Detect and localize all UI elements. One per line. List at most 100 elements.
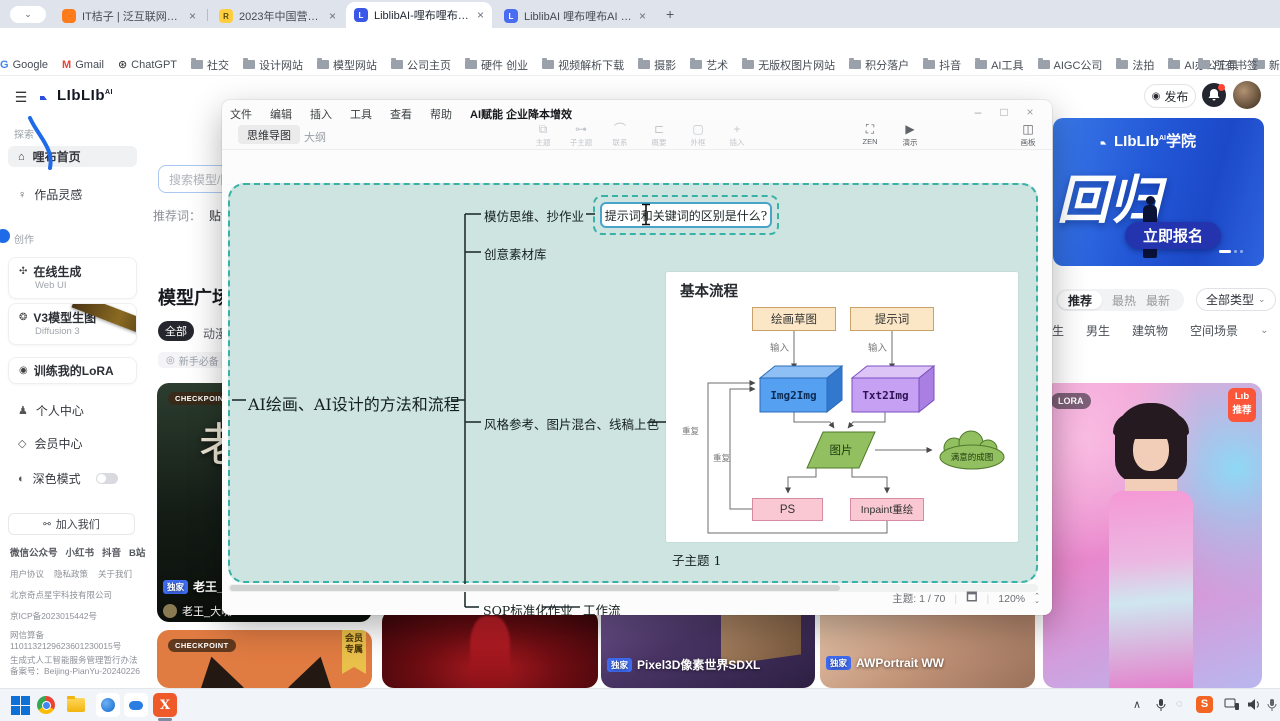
tray-sogou-icon[interactable]: S	[1196, 696, 1213, 713]
tab-close-icon[interactable]: ×	[477, 8, 484, 22]
social-links[interactable]: 微信公众号小红书抖音B站	[10, 545, 145, 559]
sidebar-item-home[interactable]: ⌂ 哩布首页	[8, 146, 137, 167]
model-card-cat[interactable]: CHECKPOINT 会员专属	[157, 630, 372, 688]
tool-boundary[interactable]: ▢外框	[680, 122, 716, 148]
taskbar-explorer-icon[interactable]	[64, 693, 88, 717]
tag-building[interactable]: 建筑物	[1132, 322, 1168, 339]
topic-branch4[interactable]: SOP标准化作业	[483, 600, 573, 615]
tab-close-icon[interactable]: ×	[329, 9, 336, 23]
topic-branch4-child[interactable]: 工作流	[583, 600, 621, 615]
topic-selected[interactable]: 提示词和关键词的区别是什么?	[600, 202, 772, 228]
signup-cta-button[interactable]: 立即报名	[1125, 222, 1221, 249]
browser-tab-4[interactable]: L LiblibAI 哩布哩布AI - 中国领先 ×	[496, 4, 654, 28]
chevron-down-icon[interactable]: ⌄	[1260, 325, 1268, 336]
xmind-window[interactable]: 文件 编辑 插入 工具 查看 帮助 AI赋能 企业降本增效 – □ × 思维导图…	[222, 100, 1052, 615]
browser-tab-1[interactable]: IT桔子 | 泛互联网创业投资项目 ×	[54, 4, 204, 28]
bookmark-folder[interactable]: AI工具	[975, 57, 1023, 73]
zoom-stepper[interactable]: ⌃⌄	[1034, 594, 1040, 604]
bookmark-folder[interactable]: 模型网站	[317, 57, 377, 73]
taskbar-app-cloud-icon[interactable]	[124, 693, 148, 717]
topic-subtopic1[interactable]: 子主题 1	[672, 550, 721, 569]
new-tab-button[interactable]: +	[666, 6, 674, 22]
topic-root[interactable]: AI绘画、AI设计的方法和流程	[248, 391, 460, 415]
bookmark-folder[interactable]: 无版权图片网站	[742, 57, 835, 73]
tray-device-icon[interactable]	[1224, 698, 1240, 711]
darkmode-toggle[interactable]	[96, 473, 118, 484]
newbie-tag[interactable]: ◎新手必备	[158, 352, 227, 368]
sidebar-item-personal[interactable]: ♟个人中心	[8, 400, 137, 421]
tab-hot[interactable]: 最热	[1112, 292, 1136, 309]
tab-search-button[interactable]: ⌄	[10, 6, 46, 23]
hamburger-menu-icon[interactable]: ☰	[10, 86, 32, 108]
sidebar-card-v3[interactable]: ❂V3模型生图 Diffusion 3	[8, 303, 137, 345]
bookmark-folder[interactable]: 硬件 创业	[465, 57, 528, 73]
browser-tab-2[interactable]: R 2023年中国营销领域AIGC技术 ×	[211, 4, 344, 28]
start-button[interactable]	[8, 693, 32, 717]
browser-tab-3-active[interactable]: L LiblibAI-哩布哩布AI - 中国领先 ×	[346, 2, 492, 28]
tray-mic-icon[interactable]	[1155, 698, 1167, 712]
legal-links[interactable]: 用户协议隐私政策关于我们	[10, 568, 132, 580]
academy-banner[interactable]: LIbLIbAI学院 回归 立即报名	[1053, 118, 1264, 266]
bookmark-folder[interactable]: 摄影	[638, 57, 676, 73]
zoom-level[interactable]: 120%	[998, 593, 1025, 605]
tool-relationship[interactable]: ⌒联系	[602, 122, 638, 148]
tab-outline[interactable]: 大纲	[304, 129, 326, 145]
join-us-button[interactable]: ⚯加入我们	[8, 513, 135, 535]
tool-summary[interactable]: ⊏概要	[641, 122, 677, 148]
overview-icon[interactable]: 🗖	[966, 588, 977, 609]
tray-chevron-icon[interactable]: ∧	[1133, 698, 1141, 711]
bookmark-folder[interactable]: 法拍	[1116, 57, 1154, 73]
bookmark-folder[interactable]: 抖音	[923, 57, 961, 73]
filter-all-pill[interactable]: 全部	[158, 321, 194, 341]
type-filter-dropdown[interactable]: 全部类型⌄	[1196, 288, 1276, 311]
tag-boy[interactable]: 男生	[1086, 322, 1110, 339]
carousel-dots[interactable]	[1219, 250, 1243, 253]
tool-board[interactable]: ◫画板	[1010, 122, 1046, 148]
sidebar-card-online-gen[interactable]: ✣在线生成 Web UI	[8, 257, 137, 299]
notification-bell[interactable]	[1202, 83, 1226, 107]
sidebar-card-lora[interactable]: ◉训练我的LoRA	[8, 357, 137, 384]
bookmark-folder[interactable]: 视频解析下载	[542, 57, 624, 73]
publish-button[interactable]: ◉发布	[1144, 84, 1196, 108]
liblib-logo[interactable]: LIbLIbAI	[38, 86, 113, 104]
tag-scene[interactable]: 空间场景	[1190, 322, 1238, 339]
tool-topic[interactable]: ⧉主题	[525, 122, 561, 148]
minimize-button[interactable]: –	[970, 105, 986, 119]
taskbar-app-360-icon[interactable]	[96, 693, 120, 717]
bookmark-folder[interactable]: 设计网站	[243, 57, 303, 73]
user-avatar[interactable]	[1233, 81, 1261, 109]
all-bookmarks[interactable]: 所有书签	[1198, 57, 1258, 73]
tab-new[interactable]: 最新	[1146, 292, 1170, 309]
model-card-afuleiya[interactable]: LORA Lıb推荐 独家 阿芙蕾娅-炫彩女孩	[1043, 383, 1262, 688]
tool-subtopic[interactable]: ⊶子主题	[563, 122, 599, 148]
tool-insert[interactable]: +插入	[719, 122, 755, 148]
sidebar-item-member[interactable]: ◇会员中心	[8, 433, 137, 454]
bookmark-chatgpt[interactable]: ⊛ChatGPT	[118, 58, 177, 71]
model-card-red[interactable]	[382, 610, 598, 688]
tab-mindmap[interactable]: 思维导图	[238, 125, 300, 144]
tool-present[interactable]: ▶演示	[892, 122, 928, 148]
flowchart-image[interactable]: 基本流程 绘画草图 提示词 输入 输入 Img2Img Txt2Img 图片 满…	[666, 272, 1018, 542]
scrollbar-thumb[interactable]	[230, 585, 840, 591]
bookmark-gmail[interactable]: MGmail	[62, 59, 104, 71]
maximize-button[interactable]: □	[996, 105, 1012, 119]
bookmark-folder[interactable]: 社交	[191, 57, 229, 73]
taskbar-chrome-icon[interactable]	[34, 693, 58, 717]
tab-close-icon[interactable]: ×	[189, 9, 196, 23]
bookmark-folder[interactable]: 积分落户	[849, 57, 909, 73]
bookmark-google[interactable]: GGoogle	[0, 59, 48, 71]
tab-recommend[interactable]: 推荐	[1058, 291, 1102, 309]
bookmark-folder[interactable]: 艺术	[690, 57, 728, 73]
topic-branch3[interactable]: 风格参考、图片混合、线稿上色	[484, 414, 659, 433]
topic-branch2[interactable]: 创意素材库	[484, 244, 547, 263]
tray-mic2-icon[interactable]	[1266, 698, 1278, 712]
sidebar-item-inspiration[interactable]: ♀ 作品灵感	[8, 184, 137, 205]
close-button[interactable]: ×	[1022, 105, 1038, 119]
taskbar-xmind-icon-active[interactable]: X	[153, 693, 177, 717]
tray-speaker-icon[interactable]	[1247, 698, 1261, 711]
tray-pin-icon[interactable]: ◌	[1176, 698, 1183, 710]
bookmark-folder[interactable]: AIGC公司	[1038, 57, 1103, 73]
topic-branch1[interactable]: 模仿思维、抄作业	[484, 206, 584, 225]
tab-close-icon[interactable]: ×	[639, 9, 646, 23]
tool-zen[interactable]: ⛶ZEN	[852, 122, 888, 146]
